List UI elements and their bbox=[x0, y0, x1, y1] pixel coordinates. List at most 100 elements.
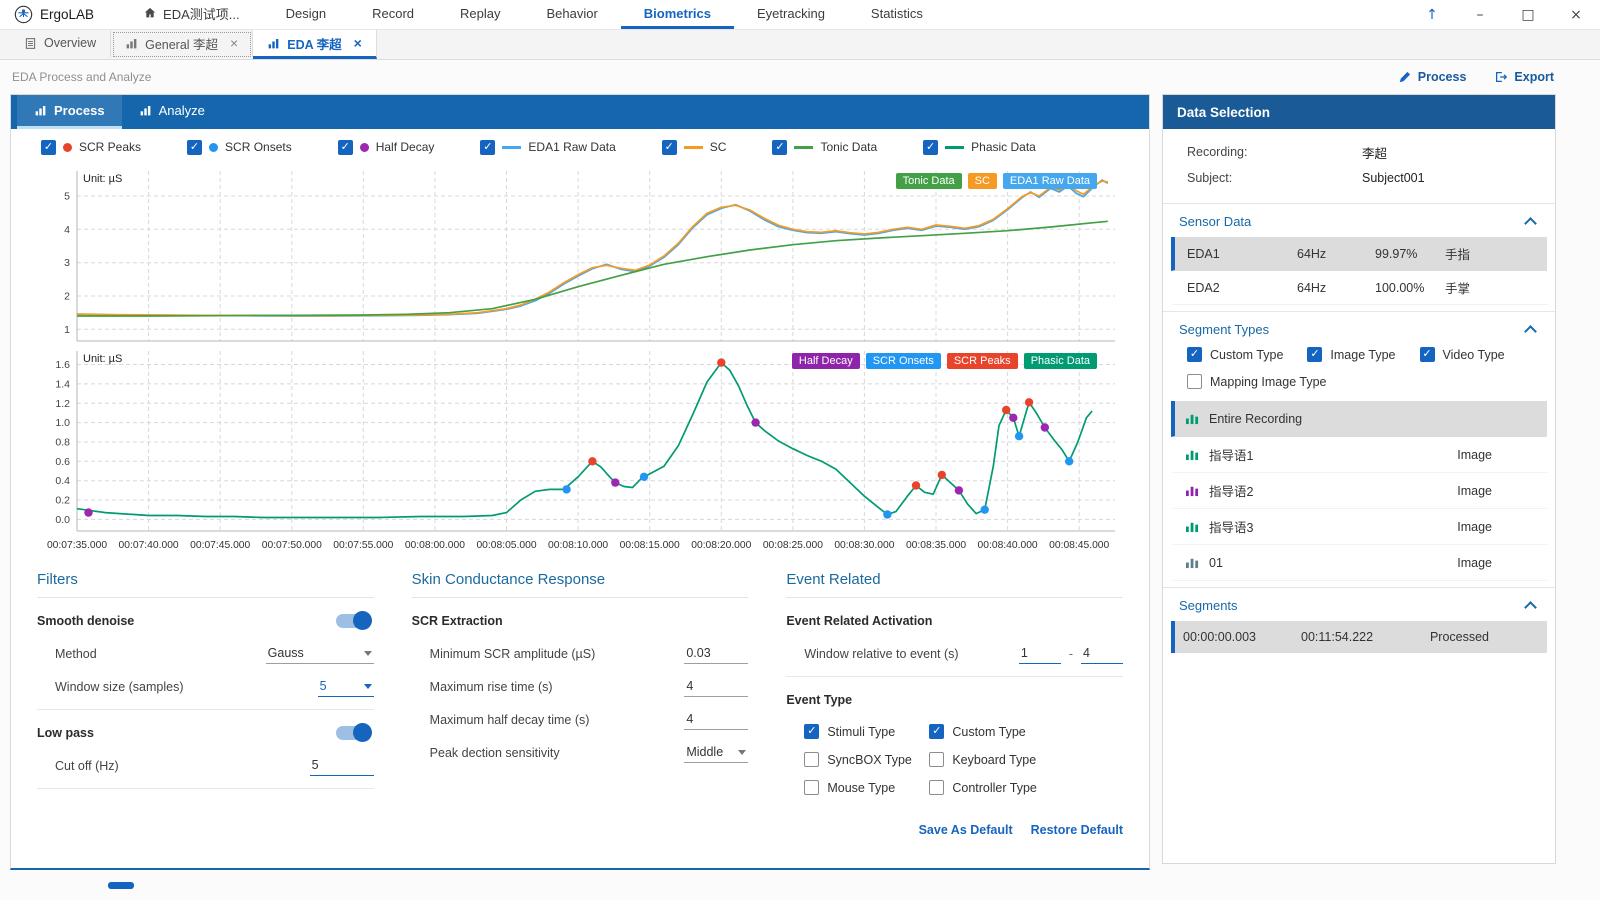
legend-checkbox[interactable]: ✓ bbox=[480, 140, 495, 155]
low-pass-toggle[interactable] bbox=[336, 726, 370, 740]
event-type-checkbox[interactable]: ✓ bbox=[929, 724, 944, 739]
legend-line bbox=[945, 146, 964, 149]
event-type-mouse-type[interactable]: Mouse Type bbox=[804, 780, 929, 795]
event-type-stimuli-type[interactable]: ✓Stimuli Type bbox=[804, 724, 929, 739]
marker-scr-onsets bbox=[562, 485, 570, 493]
chevron-up-icon[interactable] bbox=[1524, 217, 1537, 230]
legend-checkbox[interactable]: ✓ bbox=[338, 140, 353, 155]
menu-item-behavior[interactable]: Behavior bbox=[523, 0, 620, 29]
upload-button[interactable]: ↑ bbox=[1408, 7, 1456, 23]
event-type-custom-type[interactable]: ✓Custom Type bbox=[929, 724, 1084, 739]
marker-scr-onsets bbox=[1065, 457, 1073, 465]
smooth-denoise-toggle[interactable] bbox=[336, 614, 370, 628]
chart-badge-eda1-raw-data: EDA1 Raw Data bbox=[1003, 173, 1097, 189]
legend-sc[interactable]: ✓SC bbox=[662, 140, 727, 155]
close-button[interactable]: × bbox=[1552, 7, 1600, 23]
data-selection-panel: Data Selection Recording: 李超 Subject: Su… bbox=[1162, 94, 1556, 864]
segment-type-checkbox[interactable] bbox=[1187, 374, 1202, 389]
x-axis-svg: 00:07:35.00000:07:40.00000:07:45.00000:0… bbox=[29, 535, 1131, 555]
export-button[interactable]: Export bbox=[1494, 70, 1554, 84]
window-to-input[interactable]: 4 bbox=[1081, 643, 1123, 664]
legend-eda1-raw-data[interactable]: ✓EDA1 Raw Data bbox=[480, 140, 615, 155]
minimum-scr-amplitude-s-input[interactable]: 0.03 bbox=[684, 643, 748, 664]
svg-text:0.2: 0.2 bbox=[55, 495, 70, 507]
method-select[interactable]: Gauss bbox=[266, 643, 374, 664]
segment-type-mapping-image-type[interactable]: Mapping Image Type bbox=[1187, 374, 1327, 389]
window-size-select[interactable]: 5 bbox=[318, 676, 374, 697]
segment-type-custom-type[interactable]: ✓Custom Type bbox=[1187, 347, 1283, 362]
segment-row[interactable]: 00:00:00.00300:11:54.222Processed bbox=[1171, 621, 1547, 653]
legend-checkbox[interactable]: ✓ bbox=[187, 140, 202, 155]
menu-item-record[interactable]: Record bbox=[349, 0, 437, 29]
segment-type-image-type[interactable]: ✓Image Type bbox=[1307, 347, 1395, 362]
maximum-half-decay-time-s-input[interactable]: 4 bbox=[684, 709, 748, 730]
menu-item-design[interactable]: Design bbox=[263, 0, 349, 29]
event-type-checkbox[interactable] bbox=[804, 752, 819, 767]
segment-type-checkbox[interactable]: ✓ bbox=[1187, 347, 1202, 362]
menu-item-replay[interactable]: Replay bbox=[437, 0, 523, 29]
event-type-checkbox[interactable] bbox=[929, 780, 944, 795]
legend-checkbox[interactable]: ✓ bbox=[662, 140, 677, 155]
subject-label: Subject: bbox=[1187, 171, 1362, 185]
low-pass-label: Low pass bbox=[37, 726, 94, 740]
menu-item-eyetracking[interactable]: Eyetracking bbox=[734, 0, 848, 29]
legend-checkbox[interactable]: ✓ bbox=[41, 140, 56, 155]
legend-checkbox[interactable]: ✓ bbox=[923, 140, 938, 155]
segment-item-3[interactable]: 指导语3Image bbox=[1171, 509, 1547, 545]
panel-tab-analyze[interactable]: Analyze bbox=[122, 95, 222, 129]
method-label: Method bbox=[55, 647, 97, 661]
segment-item-2[interactable]: 指导语2Image bbox=[1171, 473, 1547, 509]
event-type-controller-type[interactable]: Controller Type bbox=[929, 780, 1084, 795]
segment-type-checkbox[interactable]: ✓ bbox=[1420, 347, 1435, 362]
close-icon[interactable]: × bbox=[354, 35, 362, 51]
marker-scr-onsets bbox=[1015, 432, 1023, 440]
legend-checkbox[interactable]: ✓ bbox=[772, 140, 787, 155]
menu-item-eda[interactable]: EDA测试项... bbox=[120, 0, 263, 29]
window-controls: ↑–□× bbox=[1408, 0, 1600, 29]
sensor-row-eda2[interactable]: EDA264Hz100.00%手掌 bbox=[1171, 271, 1547, 305]
svg-text:00:08:15.000: 00:08:15.000 bbox=[620, 540, 680, 551]
legend-phasic-data[interactable]: ✓Phasic Data bbox=[923, 140, 1036, 155]
event-type-checkbox[interactable] bbox=[929, 752, 944, 767]
process-button[interactable]: Process bbox=[1398, 70, 1467, 84]
restore-default-link[interactable]: Restore Default bbox=[1031, 823, 1123, 837]
legend-line bbox=[684, 146, 703, 149]
doc-tab-overview[interactable]: Overview bbox=[10, 30, 111, 59]
window-from-input[interactable]: 1 bbox=[1019, 643, 1061, 664]
legend-scr-onsets[interactable]: ✓SCR Onsets bbox=[187, 140, 292, 155]
legend-scr-peaks[interactable]: ✓SCR Peaks bbox=[41, 140, 141, 155]
peak-dection-sensitivity-select[interactable]: Middle bbox=[684, 742, 748, 763]
segment-item-1[interactable]: 指导语1Image bbox=[1171, 437, 1547, 473]
svg-text:3: 3 bbox=[64, 257, 70, 269]
scrollbar-thumb[interactable] bbox=[108, 882, 134, 889]
maximum-rise-time-s-input[interactable]: 4 bbox=[684, 676, 748, 697]
sensor-row-eda1[interactable]: EDA164Hz99.97%手指 bbox=[1171, 237, 1547, 271]
event-type-keyboard-type[interactable]: Keyboard Type bbox=[929, 752, 1084, 767]
event-type-checkbox[interactable] bbox=[804, 780, 819, 795]
minimize-button[interactable]: – bbox=[1456, 7, 1504, 23]
chevron-up-icon[interactable] bbox=[1524, 601, 1537, 614]
event-type-syncbox-type[interactable]: SyncBOX Type bbox=[804, 752, 929, 767]
legend-tonic-data[interactable]: ✓Tonic Data bbox=[772, 140, 877, 155]
svg-text:Unit: µS: Unit: µS bbox=[83, 173, 122, 185]
doc-tab-general[interactable]: General 李超× bbox=[111, 30, 253, 59]
save-as-default-link[interactable]: Save As Default bbox=[919, 823, 1013, 837]
panel-tab-process[interactable]: Process bbox=[17, 95, 122, 129]
chart-badge-tonic-data: Tonic Data bbox=[896, 173, 962, 189]
segment-item-01[interactable]: 01Image bbox=[1171, 545, 1547, 581]
legend-half-decay[interactable]: ✓Half Decay bbox=[338, 140, 435, 155]
segment-type-checkbox[interactable]: ✓ bbox=[1307, 347, 1322, 362]
sensor-data-title: Sensor Data bbox=[1179, 214, 1251, 229]
segment-type-video-type[interactable]: ✓Video Type bbox=[1420, 347, 1505, 362]
menu-item-biometrics[interactable]: Biometrics bbox=[621, 0, 734, 29]
segment-item-entire-recording[interactable]: Entire Recording bbox=[1171, 401, 1547, 437]
menu-item-statistics[interactable]: Statistics bbox=[848, 0, 946, 29]
chart-badge-half-decay: Half Decay bbox=[792, 353, 860, 369]
event-type-checkbox[interactable]: ✓ bbox=[804, 724, 819, 739]
cut-off-input[interactable]: 5 bbox=[310, 755, 374, 776]
close-icon[interactable]: × bbox=[230, 35, 238, 51]
maximize-button[interactable]: □ bbox=[1504, 7, 1552, 23]
chevron-up-icon[interactable] bbox=[1524, 325, 1537, 338]
doc-tab-eda[interactable]: EDA 李超× bbox=[253, 30, 377, 59]
chart-bottom-svg: 1.61.41.21.00.80.60.40.20.0Unit: µS bbox=[29, 345, 1131, 535]
